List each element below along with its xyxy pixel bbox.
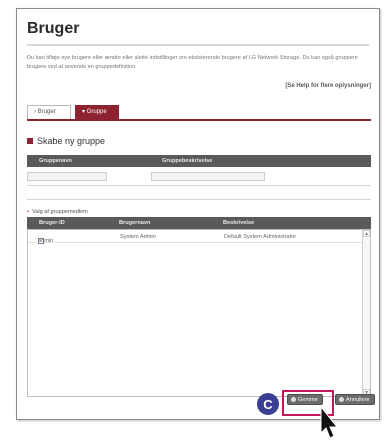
member-table-header: Bruger-ID Brugernavn Beskrivelse [27,217,371,229]
section-title: Skabe ny gruppe [27,136,105,146]
pointer-cursor-icon [320,405,339,439]
title-divider [27,44,369,46]
cancel-icon [339,397,344,402]
column-header-description: Beskrivelse [223,220,255,226]
step-callout: C [257,393,279,415]
section-bullet-icon [27,138,33,144]
scroll-up-icon[interactable]: ▲ [363,230,370,237]
column-header-group-name: Gruppenavn [39,158,72,164]
table-row[interactable]: admin System Admin Default System Admini… [28,230,362,244]
group-description-input[interactable] [151,172,265,181]
arrow-right-icon: › [34,109,36,115]
column-header-username: Brugernavn [119,220,151,226]
tab-bruger-label: Bruger [37,109,56,115]
tab-bruger[interactable]: › Bruger [27,105,71,119]
tab-gruppe-label: Gruppe [86,109,107,115]
group-table-header: Gruppenavn Gruppebeskrivelse [27,155,371,167]
member-list: admin System Admin Default System Admini… [27,229,371,397]
help-link[interactable]: [Se Help for flere oplysninger] [285,83,371,89]
tab-gruppe[interactable]: ▾ Gruppe [75,105,119,119]
column-header-user-id: Bruger-ID [39,220,65,226]
user-settings-panel: Bruger Du kan tilføje nye brugere eller … [16,8,380,420]
section-title-text: Skabe ny gruppe [37,136,106,146]
row-divider [27,199,371,200]
row-divider [27,185,371,186]
arrow-down-icon: ▾ [82,109,86,115]
cancel-button[interactable]: Annullere [335,394,375,405]
group-name-input[interactable] [27,172,107,181]
description-cell: Default System Administrator [224,234,297,240]
tab-underline [27,119,371,121]
required-star-icon: • [27,209,29,215]
page-title: Bruger [27,20,80,37]
username-cell: System Admin [120,234,156,240]
column-header-group-description: Gruppebeskrivelse [162,158,213,164]
page-description: Du kan tilføje nye brugere eller ændre e… [27,55,358,70]
member-selection-label: • Valg af gruppemedlem [27,209,88,215]
member-list-scrollbar[interactable]: ▲ ▼ [362,230,370,396]
